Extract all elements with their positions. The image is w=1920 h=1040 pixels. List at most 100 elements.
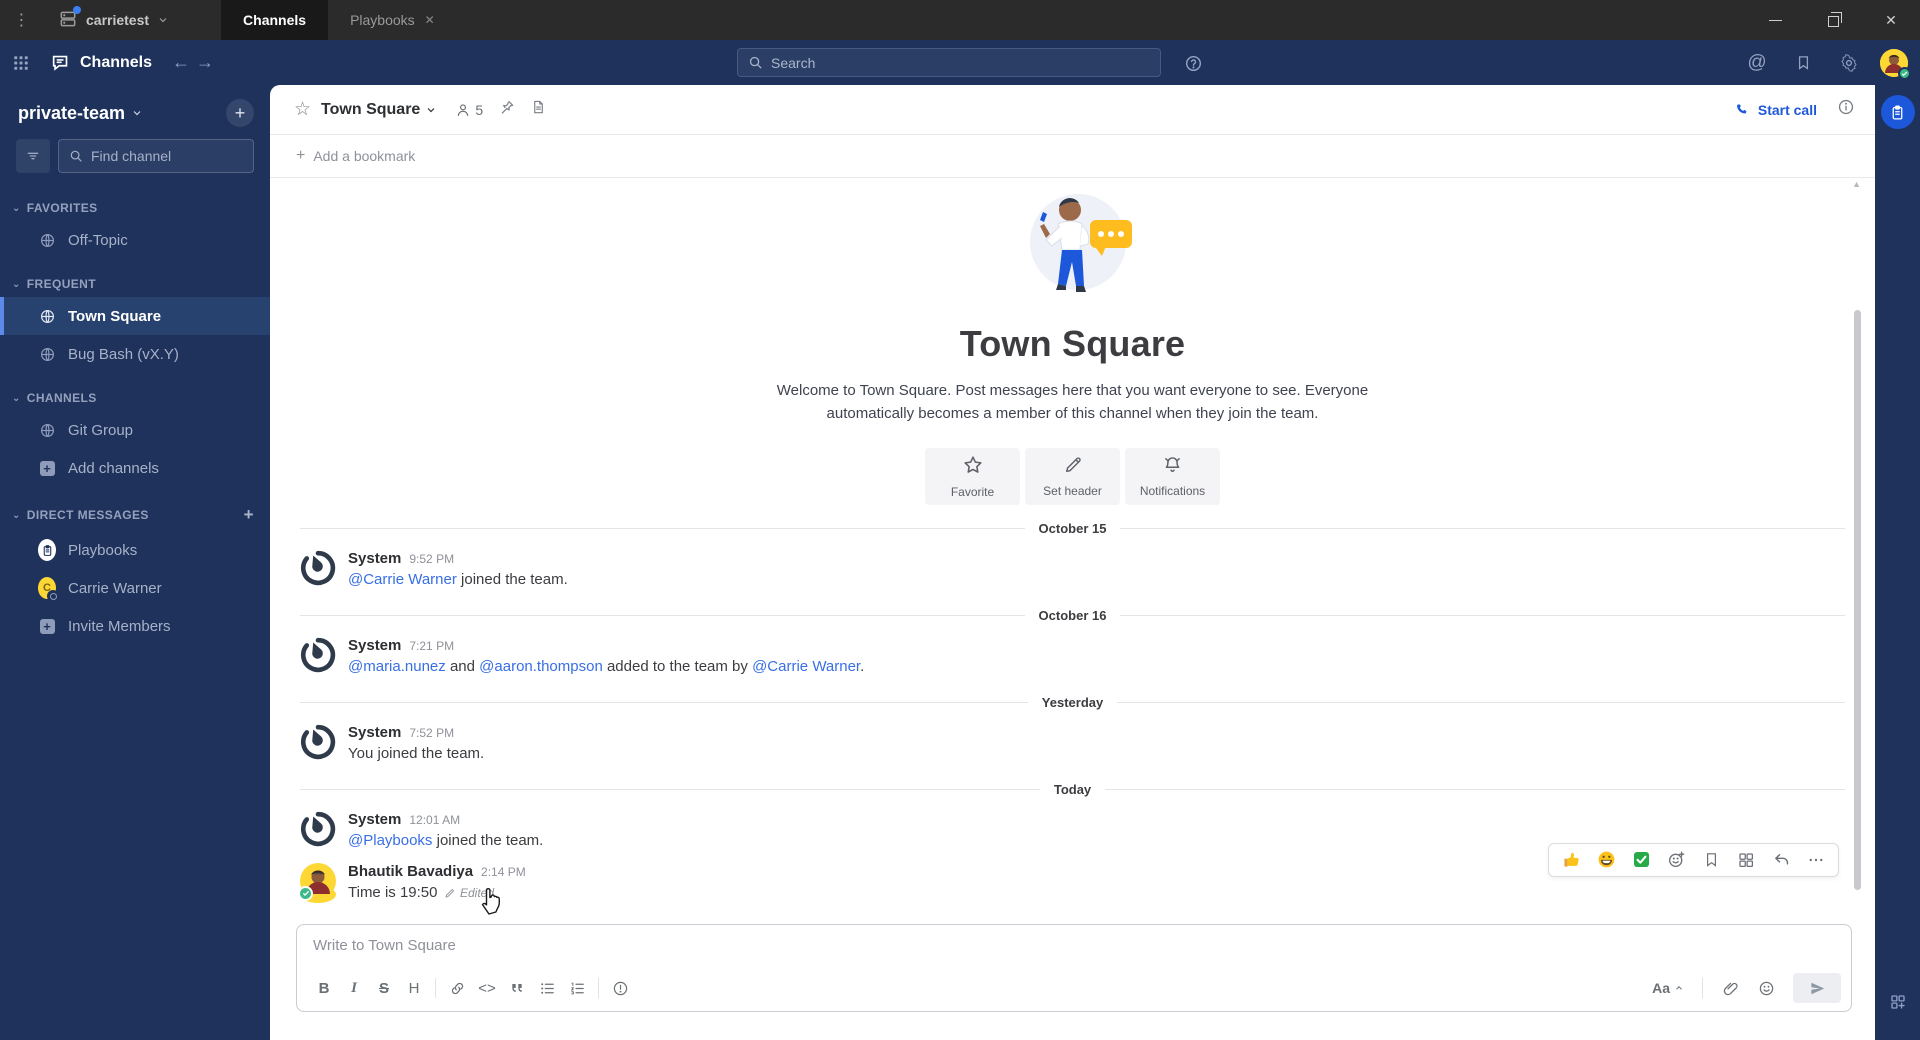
message-input[interactable]: Write to Town Square — [297, 925, 1851, 967]
attach-file-icon[interactable] — [1715, 974, 1745, 1002]
channel-menu[interactable]: Town Square — [321, 101, 437, 119]
channel-name: Carrie Warner — [68, 579, 162, 597]
add-bookmark-button[interactable]: + Add a bookmark — [270, 135, 1875, 178]
tab-playbooks[interactable]: Playbooks ✕ — [328, 0, 457, 40]
add-channel-button[interactable]: + — [226, 99, 254, 127]
mention-link[interactable]: @Carrie Warner — [348, 571, 457, 588]
message-post[interactable]: Bhautik Bavadiya 2:14 PM Time is 19:50 Edi… — [298, 842, 1845, 905]
help-icon[interactable] — [1178, 48, 1208, 78]
members-button[interactable]: 5 — [455, 102, 483, 118]
code-icon[interactable]: <> — [472, 974, 502, 1002]
product-switcher-icon[interactable] — [6, 48, 36, 78]
add-direct-message-icon[interactable]: + — [244, 505, 254, 525]
divider-line — [1120, 527, 1846, 529]
saved-messages-icon[interactable] — [1788, 48, 1818, 78]
sidebar-item-carrie-warner[interactable]: C Carrie Warner — [0, 569, 270, 607]
mention-link[interactable]: @Carrie Warner — [752, 658, 860, 675]
bold-icon[interactable]: B — [309, 974, 339, 1002]
favorite-star-icon[interactable]: ☆ — [294, 98, 311, 121]
italic-icon[interactable]: I — [339, 974, 369, 1002]
bell-icon — [1162, 454, 1183, 478]
quote-icon[interactable] — [502, 974, 532, 1002]
server-switcher[interactable]: carrietest — [44, 0, 191, 40]
mentions-icon[interactable]: @ — [1742, 48, 1772, 78]
history-forward-icon[interactable]: → — [196, 52, 214, 73]
history-back-icon[interactable]: ← — [172, 52, 190, 73]
priority-icon[interactable] — [605, 974, 635, 1002]
section-header[interactable]: ⌄ FAVORITES — [0, 197, 270, 221]
send-message-button[interactable] — [1793, 973, 1841, 1003]
reply-icon[interactable] — [1771, 850, 1791, 870]
favorite-button[interactable]: Favorite — [925, 447, 1020, 505]
sidebar-item-git-group[interactable]: Git Group — [0, 411, 270, 449]
heading-icon[interactable]: H — [399, 974, 429, 1002]
channel-info-icon[interactable] — [1837, 98, 1855, 121]
strikethrough-icon[interactable]: S — [369, 974, 399, 1002]
sidebar-item-bug-bash-vx-y-[interactable]: Bug Bash (vX.Y) — [0, 335, 270, 373]
sidebar-item-town-square[interactable]: Town Square — [0, 297, 270, 335]
globe-icon — [38, 232, 56, 249]
set-header-button[interactable]: Set header — [1025, 447, 1120, 505]
message-post[interactable]: System 7:52 PM You joined the team. — [300, 714, 1845, 766]
minimize-button[interactable] — [1746, 0, 1804, 40]
sidebar-item-add-channels[interactable]: + Add channels — [0, 449, 270, 487]
channel-filter-icon[interactable] — [16, 139, 50, 173]
search-input[interactable]: Search — [737, 48, 1161, 77]
sidebar-item-invite-members[interactable]: + Invite Members — [0, 607, 270, 645]
start-call-button[interactable]: Start call — [1735, 102, 1817, 118]
message-author[interactable]: Bhautik Bavadiya — [348, 863, 473, 880]
message-timestamp[interactable]: 9:52 PM — [409, 552, 454, 566]
message-timestamp[interactable]: 7:52 PM — [409, 726, 454, 740]
save-message-icon[interactable] — [1701, 850, 1721, 870]
check-mark-emoji[interactable] — [1631, 850, 1651, 870]
status-online-badge — [298, 885, 313, 901]
message-timestamp[interactable]: 2:14 PM — [481, 865, 526, 879]
scroll-up-caret[interactable]: ▲ — [1852, 179, 1861, 189]
section-header[interactable]: ⌄ DIRECT MESSAGES + — [0, 501, 270, 531]
add-reaction-icon[interactable] — [1666, 850, 1686, 870]
message-post[interactable]: System 7:21 PM @maria.nunez and @aaron.tho… — [300, 627, 1845, 679]
message-post[interactable]: System 9:52 PM @Carrie Warner joined the t… — [300, 540, 1845, 592]
numbered-list-icon[interactable] — [562, 974, 592, 1002]
sidebar-item-off-topic[interactable]: Off-Topic — [0, 221, 270, 259]
grinning-emoji[interactable] — [1596, 850, 1616, 870]
find-channel-input[interactable]: Find channel — [58, 139, 254, 173]
emoji-picker-icon[interactable] — [1751, 974, 1781, 1002]
message-text-segment: . — [860, 657, 865, 675]
app-menu-icon[interactable]: ⋮ — [0, 0, 44, 40]
channel-files-icon[interactable] — [531, 99, 546, 120]
message-author[interactable]: System — [348, 637, 401, 654]
tab-channels[interactable]: Channels — [221, 0, 329, 40]
mention-link[interactable]: @Playbooks — [348, 832, 432, 849]
sidebar-item-playbooks[interactable]: Playbooks — [0, 531, 270, 569]
scrollbar[interactable] — [1854, 310, 1861, 890]
mention-link[interactable]: @aaron.thompson — [479, 658, 603, 675]
more-actions-icon[interactable] — [1806, 850, 1826, 870]
formatting-toggle-button[interactable]: Aa — [1646, 980, 1690, 996]
thumbs-up-emoji[interactable] — [1561, 850, 1581, 870]
notifications-button[interactable]: Notifications — [1125, 447, 1220, 505]
carrie-avatar: C — [38, 577, 59, 602]
channel-header: ☆ Town Square 5 Start call — [270, 85, 1875, 135]
section-header[interactable]: ⌄ FREQUENT — [0, 273, 270, 297]
link-icon[interactable] — [442, 974, 472, 1002]
message-author[interactable]: System — [348, 811, 401, 828]
settings-gear-icon[interactable] — [1834, 48, 1864, 78]
tab-label: Playbooks — [350, 12, 415, 28]
mention-link[interactable]: @maria.nunez — [348, 658, 446, 675]
message-apps-icon[interactable] — [1736, 850, 1756, 870]
section-header[interactable]: ⌄ CHANNELS — [0, 387, 270, 411]
message-timestamp[interactable]: 7:21 PM — [409, 639, 454, 653]
bulleted-list-icon[interactable] — [532, 974, 562, 1002]
close-tab-icon[interactable]: ✕ — [425, 13, 435, 27]
restore-button[interactable] — [1804, 0, 1862, 40]
open-apps-icon[interactable] — [1889, 993, 1907, 1016]
message-timestamp[interactable]: 12:01 AM — [409, 813, 460, 827]
message-author[interactable]: System — [348, 724, 401, 741]
pinned-posts-icon[interactable] — [499, 99, 515, 120]
team-menu[interactable]: private-team — [18, 103, 143, 124]
message-author[interactable]: System — [348, 550, 401, 567]
user-avatar[interactable] — [1880, 48, 1911, 80]
playbooks-rail-icon[interactable] — [1880, 95, 1915, 129]
close-button[interactable]: ✕ — [1862, 0, 1920, 40]
